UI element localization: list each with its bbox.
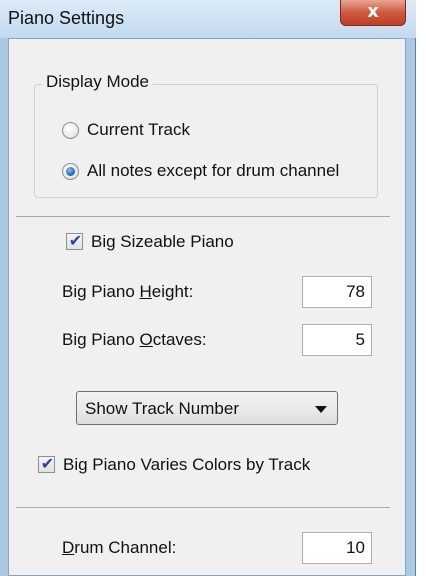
radio-label: Current Track — [87, 120, 190, 139]
big-piano-octaves-input[interactable]: 5 — [302, 324, 372, 356]
radio-button-icon[interactable] — [62, 122, 79, 139]
big-piano-height-input[interactable]: 78 — [302, 276, 372, 308]
display-mode-legend: Display Mode — [42, 72, 153, 92]
checkmark-icon: ✔ — [40, 454, 55, 473]
radio-label: All notes except for drum channel — [87, 161, 340, 180]
title-bar[interactable]: Piano Settings x — [0, 0, 416, 38]
dropdown-selected-value: Show Track Number — [85, 399, 239, 418]
section-divider — [16, 507, 390, 508]
varies-colors-label: Big Piano Varies Colors by Track — [63, 455, 311, 474]
checkmark-icon: ✔ — [68, 231, 83, 250]
big-piano-height-label: Big Piano Height: — [62, 282, 194, 301]
window-title: Piano Settings — [8, 8, 125, 28]
big-piano-octaves-label: Big Piano Octaves: — [62, 330, 207, 349]
section-divider — [16, 216, 390, 217]
close-button[interactable]: x — [340, 0, 406, 26]
big-sizeable-piano-checkbox[interactable]: ✔ — [66, 231, 83, 250]
radio-button-selected-icon[interactable] — [62, 163, 79, 180]
close-icon: x — [367, 1, 379, 22]
track-display-dropdown[interactable]: Show Track Number — [76, 391, 338, 425]
big-sizeable-piano-label: Big Sizeable Piano — [91, 232, 234, 251]
varies-colors-checkbox[interactable]: ✔ — [38, 454, 55, 473]
chevron-down-icon — [315, 406, 327, 413]
drum-channel-label: Drum Channel: — [62, 538, 177, 557]
drum-channel-input[interactable]: 10 — [302, 532, 372, 564]
